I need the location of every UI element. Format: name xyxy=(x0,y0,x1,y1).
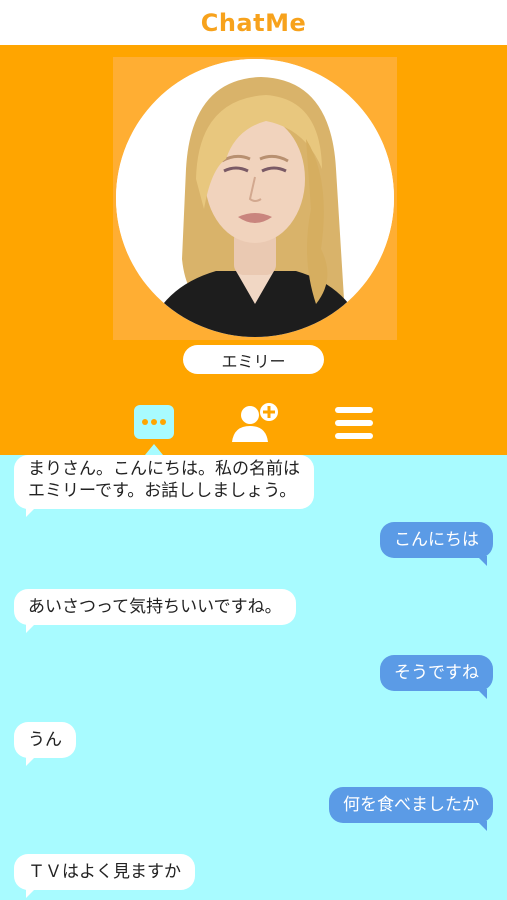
message-user: こんにちは xyxy=(380,522,493,566)
avatar-frame xyxy=(113,57,397,340)
profile-name: エミリー xyxy=(183,345,324,374)
app-title: ChatMe xyxy=(200,8,307,37)
tab-add-friend[interactable] xyxy=(226,400,284,445)
profile-panel: エミリー xyxy=(0,45,507,455)
message-bot: ＴＶはよく見ますか xyxy=(14,854,195,898)
tab-bar xyxy=(0,400,507,455)
chat-area[interactable]: まりさん。こんにちは。私の名前は エミリーです。お話ししましょう。 こんにちは … xyxy=(0,455,507,900)
avatar[interactable] xyxy=(116,59,394,337)
avatar-portrait-image xyxy=(116,59,394,337)
chat-bubble-icon xyxy=(134,404,174,439)
active-tab-pointer xyxy=(145,444,163,455)
tab-menu[interactable] xyxy=(330,400,378,445)
header: ChatMe xyxy=(0,0,507,45)
message-line: エミリーです。お話ししましょう。 xyxy=(28,481,297,501)
message-user: 何を食べましたか xyxy=(329,787,493,831)
menu-icon xyxy=(335,406,373,439)
message-user: そうですね xyxy=(380,655,493,699)
message-bot: あいさつって気持ちいいですね。 xyxy=(14,589,296,633)
message-bot: まりさん。こんにちは。私の名前は エミリーです。お話ししましょう。 xyxy=(14,455,314,517)
add-friend-icon xyxy=(232,402,278,442)
message-line: まりさん。こんにちは。私の名前は xyxy=(28,459,300,479)
message-bot: うん xyxy=(14,722,76,766)
tab-chat[interactable] xyxy=(130,400,178,445)
